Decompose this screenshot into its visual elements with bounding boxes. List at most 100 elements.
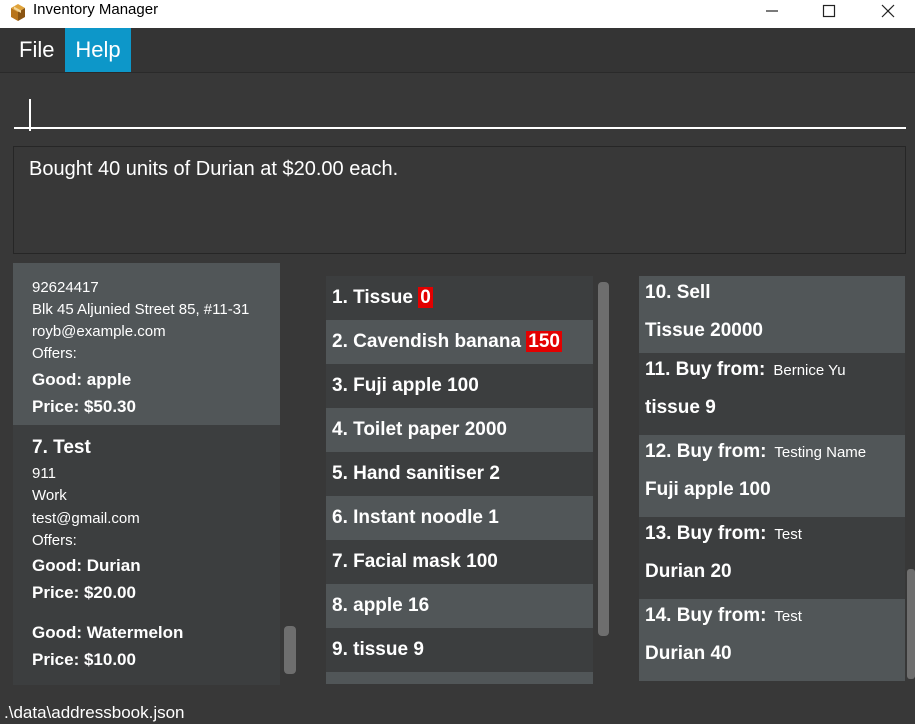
command-input[interactable] xyxy=(14,83,906,131)
inventory-item-text: 3. Fuji apple 100 xyxy=(332,364,479,408)
inventory-item-label: 1. Tissue xyxy=(332,287,413,308)
offer-good: Good: apple xyxy=(32,370,132,389)
inventory-item[interactable]: 1. Tissue 0 xyxy=(326,276,593,320)
transaction-item[interactable]: 11. Buy from: Bernice Yu tissue 9 xyxy=(639,353,905,435)
transaction-header: 11. Buy from: Bernice Yu xyxy=(645,359,846,381)
result-text: Bought 40 units of Durian at $20.00 each… xyxy=(29,158,399,180)
inventory-item-label: 7. Facial mask xyxy=(332,551,461,572)
minimize-button[interactable] xyxy=(749,0,795,22)
menu-help[interactable]: Help xyxy=(65,28,131,72)
transaction-party: Test xyxy=(774,608,802,625)
transaction-detail: tissue 9 xyxy=(645,397,716,418)
inventory-item[interactable]: 6. Instant noodle 1 xyxy=(326,496,593,540)
transaction-item[interactable]: 14. Buy from: Test Durian 40 xyxy=(639,599,905,681)
inventory-list-scrollbar[interactable] xyxy=(598,282,609,636)
inventory-item-text: 9. tissue 9 xyxy=(332,628,424,672)
inventory-item-quantity: 2000 xyxy=(464,419,507,440)
person-address: Blk 45 Aljunied Street 85, #11-31 xyxy=(32,301,250,318)
person-card[interactable]: 7. Test 911 Work test@gmail.com Offers: … xyxy=(13,425,280,685)
inventory-item[interactable]: 2. Cavendish banana 150 xyxy=(326,320,593,364)
inventory-item-text: 7. Facial mask 100 xyxy=(332,540,498,584)
offer-price: Price: $20.00 xyxy=(32,583,136,602)
inventory-item[interactable]: 5. Hand sanitiser 2 xyxy=(326,452,593,496)
transaction-detail: Fuji apple 100 xyxy=(645,479,771,500)
transaction-party: Bernice Yu xyxy=(773,362,846,379)
transaction-type: 12. Buy from: xyxy=(645,441,767,462)
person-email: test@gmail.com xyxy=(32,510,140,527)
text-cursor xyxy=(29,99,31,131)
transaction-detail: Durian 20 xyxy=(645,561,732,582)
person-list-scrollbar[interactable] xyxy=(284,626,296,674)
result-display: Bought 40 units of Durian at $20.00 each… xyxy=(13,146,906,254)
inventory-item-label: 2. Cavendish banana xyxy=(332,331,522,352)
transaction-header: 12. Buy from: Testing Name xyxy=(645,441,866,463)
person-list-panel[interactable]: 92624417 Blk 45 Aljunied Street 85, #11-… xyxy=(0,263,313,693)
inventory-item-label: 4. Toilet paper xyxy=(332,419,460,440)
inventory-item[interactable]: 8. apple 16 xyxy=(326,584,593,628)
person-email: royb@example.com xyxy=(32,323,166,340)
inventory-item[interactable]: 9. tissue 9 xyxy=(326,628,593,672)
transaction-type: 14. Buy from: xyxy=(645,605,767,626)
offer-price: Price: $50.30 xyxy=(32,397,136,416)
maximize-button[interactable] xyxy=(806,0,852,22)
inventory-item[interactable]: 7. Facial mask 100 xyxy=(326,540,593,584)
inventory-item-quantity: 16 xyxy=(408,595,430,616)
inventory-item-quantity: 150 xyxy=(526,331,562,352)
person-address: Work xyxy=(32,487,67,504)
transaction-list-scrollbar[interactable] xyxy=(907,569,915,679)
menu-file[interactable]: File xyxy=(10,28,63,72)
transaction-party: Testing Name xyxy=(774,444,867,461)
inventory-item[interactable]: 4. Toilet paper 2000 xyxy=(326,408,593,452)
inventory-item-quantity: 0 xyxy=(418,287,433,308)
inventory-item-label: 6. Instant noodle xyxy=(332,507,483,528)
offers-label: Offers: xyxy=(32,532,77,549)
command-area xyxy=(0,73,915,138)
transaction-list-panel[interactable]: 10. Sell Tissue 20000 11. Buy from: Bernice… xyxy=(625,263,915,693)
transaction-detail: Durian 40 xyxy=(645,643,732,664)
status-bar: .\data\addressbook.json xyxy=(0,693,915,724)
app-box-icon xyxy=(11,4,25,21)
inventory-item-quantity: 100 xyxy=(447,375,479,396)
window-title: Inventory Manager xyxy=(33,1,159,18)
save-location: .\data\addressbook.json xyxy=(4,703,185,722)
close-button[interactable] xyxy=(865,0,911,22)
transaction-header: 13. Buy from: Test xyxy=(645,523,802,545)
transaction-header: 10. Sell xyxy=(645,282,711,304)
menu-bar: File Help xyxy=(0,28,915,73)
offer-good: Good: Durian xyxy=(32,556,141,575)
transaction-detail: Tissue 20000 xyxy=(645,320,763,341)
inventory-item-label: 9. tissue xyxy=(332,639,409,660)
transaction-party: Test xyxy=(774,526,802,543)
transaction-item[interactable]: 12. Buy from: Testing Name Fuji apple 100 xyxy=(639,435,905,517)
inventory-item-text: 2. Cavendish banana 150 xyxy=(332,320,562,364)
transaction-type: 13. Buy from: xyxy=(645,523,767,544)
offers-label: Offers: xyxy=(32,345,77,362)
offer-good: Good: Watermelon xyxy=(32,623,184,642)
transaction-item[interactable]: 13. Buy from: Test Durian 20 xyxy=(639,517,905,599)
maximize-icon xyxy=(822,4,836,18)
minimize-icon xyxy=(766,10,778,12)
inventory-item-label: 5. Hand sanitiser xyxy=(332,463,485,484)
inventory-item[interactable] xyxy=(326,672,593,684)
inventory-item-label: 8. apple xyxy=(332,595,403,616)
transaction-item[interactable]: 10. Sell Tissue 20000 xyxy=(639,276,905,353)
inventory-item[interactable]: 3. Fuji apple 100 xyxy=(326,364,593,408)
person-card[interactable]: 92624417 Blk 45 Aljunied Street 85, #11-… xyxy=(13,263,280,425)
person-name: 7. Test xyxy=(32,437,91,458)
offer-price: Price: $10.00 xyxy=(32,650,136,669)
close-icon xyxy=(881,4,895,18)
inventory-item-text: 5. Hand sanitiser 2 xyxy=(332,452,500,496)
inventory-item-quantity: 9 xyxy=(413,639,424,660)
transaction-header: 14. Buy from: Test xyxy=(645,605,802,627)
inventory-item-text: 1. Tissue 0 xyxy=(332,276,433,320)
inventory-item-text: 4. Toilet paper 2000 xyxy=(332,408,507,452)
inventory-item-quantity: 100 xyxy=(466,551,498,572)
inventory-list-panel[interactable]: 1. Tissue 0 2. Cavendish banana 150 3. Fuj… xyxy=(312,263,626,693)
inventory-item-quantity: 1 xyxy=(488,507,499,528)
transaction-type: 11. Buy from: xyxy=(645,359,766,380)
window-titlebar: Inventory Manager xyxy=(0,0,915,28)
inventory-item-text: 6. Instant noodle 1 xyxy=(332,496,499,540)
transaction-type: 10. Sell xyxy=(645,282,711,303)
inventory-item-quantity: 2 xyxy=(489,463,500,484)
inventory-item-label: 3. Fuji apple xyxy=(332,375,442,396)
